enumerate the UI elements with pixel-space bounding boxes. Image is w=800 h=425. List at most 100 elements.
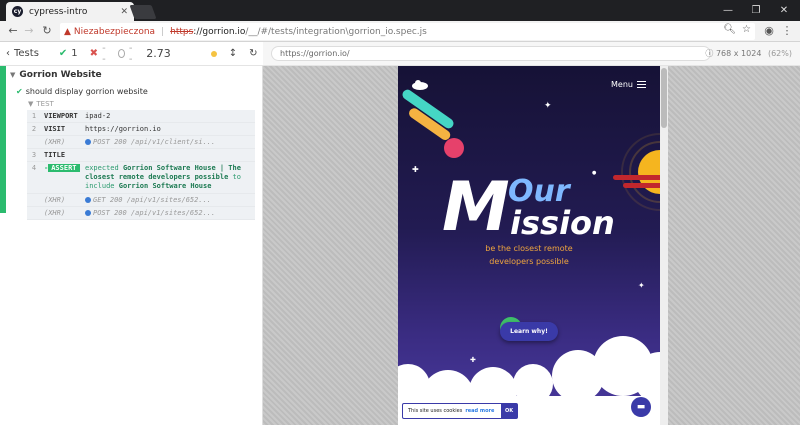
- command-number: [27, 196, 41, 204]
- xhr-dot-icon: [85, 139, 91, 145]
- learn-why-button[interactable]: Learn why!: [500, 322, 558, 341]
- cookie-ok-button[interactable]: OK: [501, 404, 517, 418]
- command-number: 2: [31, 125, 37, 133]
- assert-row[interactable]: 4 - ASSERT expected Gorrion Software Hous…: [27, 162, 255, 194]
- tests-button[interactable]: ‹ Tests: [6, 48, 39, 59]
- rerun-button[interactable]: ↻: [249, 48, 257, 59]
- star-icon: ✦: [638, 281, 645, 290]
- reporter-stats-bar: ‹ Tests ✔ 1 ✖ -- -- 2.73 ↕ ↻: [0, 42, 263, 66]
- url-host: ://gorrion.io: [193, 26, 246, 37]
- command-row[interactable]: (XHR) POST 200 /api/v1/sites/652...: [27, 207, 255, 220]
- hook-label[interactable]: ▼ TEST: [28, 100, 54, 108]
- command-message: [85, 151, 255, 159]
- command-number: 3: [31, 151, 37, 159]
- command-number: [27, 209, 41, 217]
- chat-bubble-icon[interactable]: ▬: [631, 397, 651, 417]
- command-name: (XHR): [44, 138, 66, 146]
- scroll-thumb[interactable]: [661, 68, 667, 128]
- check-icon: ✔: [16, 87, 23, 96]
- command-message: POST 200 /api/v1/sites/652...: [85, 209, 255, 217]
- chrome-menu-icon[interactable]: ⋮: [780, 24, 794, 37]
- minimize-button[interactable]: —: [716, 2, 740, 18]
- assert-message: expected Gorrion Software House | The cl…: [85, 164, 255, 191]
- command-message: ipad-2: [85, 112, 111, 120]
- command-name: - ASSERT: [41, 164, 85, 191]
- command-message: GET 200 /api/v1/sites/652...: [85, 196, 255, 204]
- test-title-text: should display gorrion website: [25, 87, 148, 96]
- cypress-extension-icon[interactable]: ◉: [762, 24, 776, 37]
- pending-count: --: [117, 42, 135, 65]
- aut-url-display: https://gorrion.io/: [271, 46, 711, 61]
- viewport-info[interactable]: ⓘ 768 x 1024 (62%): [705, 48, 792, 59]
- close-window-button[interactable]: ✕: [772, 2, 796, 18]
- back-button[interactable]: ←: [6, 24, 20, 37]
- zoom-icon[interactable]: 🔍︎: [723, 24, 736, 35]
- command-name: (XHR): [44, 209, 66, 217]
- omnibox-separator: |: [161, 26, 165, 37]
- url-path: /__/#/tests/integration\gorrion_io.spec.…: [245, 26, 427, 37]
- command-log: ▼ Gorrion Website ✔ should display gorrion…: [0, 66, 263, 425]
- browser-titlebar: cy cypress-intro ✕ — ❐ ✕: [0, 0, 800, 21]
- pending-circle-icon: [117, 49, 125, 58]
- aut-iframe: ✦ ✚ ● ✦ ✚ Menu M Our ission be the close…: [398, 66, 660, 425]
- command-number: 1: [31, 112, 37, 120]
- command-name: VIEWPORT: [44, 112, 78, 120]
- new-tab-button[interactable]: [129, 5, 157, 19]
- scroll-toggle-button[interactable]: ↕: [229, 48, 237, 59]
- close-tab-icon[interactable]: ✕: [120, 7, 128, 17]
- info-icon: ⓘ: [705, 49, 714, 58]
- caret-down-icon: ▼: [28, 100, 34, 108]
- hero-title-m: M: [442, 168, 510, 247]
- runner-header: https://gorrion.io/ ⓘ 768 x 1024 (62%): [263, 42, 800, 66]
- command-message: POST 200 /api/v1/client/si...: [85, 138, 255, 146]
- suite-title[interactable]: ▼ Gorrion Website: [10, 70, 102, 80]
- star-icon: ●: [592, 170, 597, 176]
- failed-count: ✖ --: [90, 43, 106, 65]
- x-icon: ✖: [89, 48, 99, 59]
- star-icon: ✦: [544, 101, 552, 111]
- suite-status-bar: [0, 66, 6, 213]
- caret-down-icon: ▼: [10, 71, 16, 79]
- command-row[interactable]: 3 TITLE: [27, 149, 255, 162]
- duration: 2.73: [146, 47, 171, 60]
- cypress-favicon-icon: cy: [12, 6, 23, 17]
- passed-count: ✔ 1: [59, 48, 78, 59]
- cookie-banner: This site uses cookies read more OK: [402, 403, 518, 419]
- aut-scrollbar[interactable]: [660, 66, 668, 425]
- command-row[interactable]: (XHR) GET 200 /api/v1/sites/652...: [27, 194, 255, 207]
- reload-button[interactable]: ↻: [40, 24, 54, 37]
- url-scheme: https: [170, 26, 194, 37]
- menu-label: Menu: [611, 80, 633, 89]
- bookmark-star-icon[interactable]: ☆: [742, 24, 751, 35]
- command-message-text: POST 200 /api/v1/sites/652...: [93, 209, 216, 217]
- site-menu-button[interactable]: Menu: [611, 80, 646, 89]
- warning-icon: ▲: [64, 26, 71, 37]
- address-toolbar: ← → ↻ ▲ Niezabezpieczona | https ://gorr…: [0, 21, 800, 42]
- hero-subtitle: be the closest remote developers possibl…: [398, 242, 660, 268]
- forward-button[interactable]: →: [22, 24, 36, 37]
- command-message: https://gorrion.io: [85, 125, 161, 133]
- browser-tab[interactable]: cy cypress-intro ✕: [6, 2, 134, 21]
- test-title[interactable]: ✔ should display gorrion website: [16, 87, 148, 96]
- cookie-read-more-link[interactable]: read more: [465, 408, 494, 414]
- command-row[interactable]: 1 VIEWPORT ipad-2: [27, 110, 255, 123]
- command-name: TITLE: [44, 151, 66, 159]
- check-icon: ✔: [58, 48, 68, 59]
- assert-expected: expected: [85, 164, 119, 172]
- command-message-text: POST 200 /api/v1/client/si...: [93, 138, 216, 146]
- omnibox[interactable]: ▲ Niezabezpieczona | https ://gorrion.io…: [60, 23, 755, 40]
- pending-value: --: [128, 42, 133, 65]
- comet-icon: [402, 89, 464, 158]
- assert-value: Gorrion Software House: [118, 182, 212, 190]
- duration-value: 2.73: [146, 47, 171, 60]
- hero-title-ission: ission: [510, 204, 615, 242]
- command-row[interactable]: 2 VISIT https://gorrion.io: [27, 123, 255, 136]
- failed-value: --: [102, 42, 106, 65]
- chevron-left-icon: ‹: [6, 48, 10, 59]
- command-name: VISIT: [44, 125, 66, 133]
- omnibox-actions: 🔍︎ ☆: [723, 24, 751, 35]
- hook-label-text: TEST: [36, 100, 54, 108]
- command-row[interactable]: (XHR) POST 200 /api/v1/client/si...: [27, 136, 255, 149]
- scroll-arrows-icon: ↕: [228, 48, 238, 59]
- maximize-button[interactable]: ❐: [744, 2, 768, 18]
